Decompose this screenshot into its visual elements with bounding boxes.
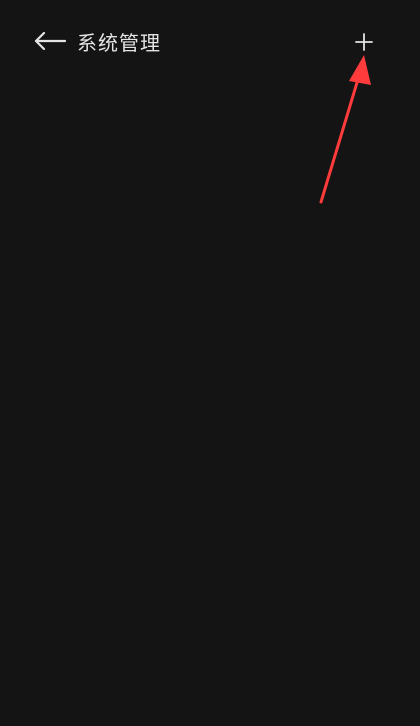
arrow-left-icon [34, 31, 67, 55]
app-bar: 系统管理 [0, 0, 420, 86]
page-title: 系统管理 [77, 31, 161, 55]
system-management-screen: 系统管理 [0, 0, 420, 726]
plus-icon [355, 32, 373, 56]
content-area [0, 86, 420, 726]
back-button[interactable] [28, 26, 72, 60]
add-button[interactable] [348, 28, 380, 60]
